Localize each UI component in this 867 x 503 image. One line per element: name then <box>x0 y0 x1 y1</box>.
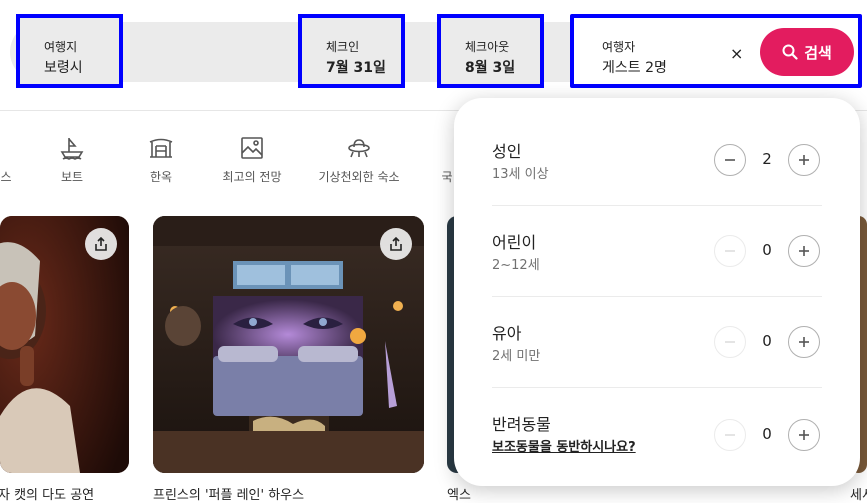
category-label: 국 <box>441 170 453 184</box>
guest-row-title: 유아 <box>492 324 522 343</box>
adults-count: 2 <box>762 150 772 168</box>
checkin-value: 7월 31일 <box>326 60 386 76</box>
category-label: 최고의 전망 <box>222 170 282 184</box>
row-divider <box>492 205 822 206</box>
adults-increment-button[interactable] <box>788 144 820 176</box>
plus-icon <box>799 430 809 440</box>
guest-row-adults: 성인 13세 이상 2 <box>492 138 822 228</box>
children-decrement-button[interactable] <box>714 235 746 267</box>
category-label: 보트 <box>60 170 84 184</box>
guest-row-title: 어린이 <box>492 233 537 252</box>
guest-row-infants: 유아 2세 미만 0 <box>492 320 822 410</box>
clear-guests-button[interactable]: × <box>730 44 743 63</box>
share-icon <box>390 237 402 251</box>
guest-row-title: 성인 <box>492 142 522 161</box>
pets-decrement-button[interactable] <box>714 419 746 451</box>
guests-value: 게스트 2명 <box>602 60 667 76</box>
row-divider <box>492 296 822 297</box>
plus-icon <box>799 246 809 256</box>
checkout-value: 8월 3일 <box>465 60 516 76</box>
pets-increment-button[interactable] <box>788 419 820 451</box>
guest-row-pets: 반려동물 보조동물을 동반하시나요? 0 <box>492 411 822 501</box>
minus-icon <box>725 341 735 343</box>
pets-count: 0 <box>762 425 772 443</box>
guests-label: 여행자 <box>602 40 636 54</box>
guest-row-subtitle: 13세 이상 <box>492 167 549 182</box>
checkout-label: 체크아웃 <box>465 40 510 54</box>
destination-value: 보령시 <box>44 60 83 76</box>
checkin-label: 체크인 <box>326 40 360 54</box>
service-animal-link[interactable]: 보조동물을 동반하시나요? <box>492 436 636 455</box>
listing-card-image[interactable] <box>153 216 424 473</box>
children-count: 0 <box>762 241 772 259</box>
search-button-label: 검색 <box>804 43 832 62</box>
category-label: 기상천외한 숙소 <box>318 170 400 184</box>
partial-icon <box>0 136 18 160</box>
children-increment-button[interactable] <box>788 235 820 267</box>
guests-field[interactable]: 여행자 게스트 2명 × 검색 <box>570 14 862 88</box>
share-icon <box>95 237 107 251</box>
category-boat[interactable]: 보트 <box>54 136 90 185</box>
listing-card-image[interactable] <box>0 216 129 473</box>
minus-icon <box>725 434 735 436</box>
destination-field[interactable]: 여행지 보령시 <box>16 14 123 88</box>
share-button[interactable] <box>380 228 412 260</box>
adults-stepper: 2 <box>714 144 820 176</box>
category-label: 스 <box>0 170 12 184</box>
plus-icon <box>799 155 809 165</box>
checkout-field[interactable]: 체크아웃 8월 3일 <box>437 14 544 88</box>
infants-increment-button[interactable] <box>788 326 820 358</box>
guest-row-children: 어린이 2~12세 0 <box>492 229 822 319</box>
pets-stepper: 0 <box>714 419 820 451</box>
search-icon <box>782 44 798 60</box>
guest-picker-popup: 성인 13세 이상 2 어린이 2~12세 0 유아 2세 미만 0 반려동물 … <box>454 98 860 486</box>
category-hanok[interactable]: 한옥 <box>143 136 179 185</box>
children-stepper: 0 <box>714 235 820 267</box>
guest-row-subtitle: 2세 미만 <box>492 349 541 364</box>
search-button[interactable]: 검색 <box>760 28 854 76</box>
plus-icon <box>799 337 809 347</box>
guest-row-title: 반려동물 <box>492 415 551 434</box>
view-icon <box>241 137 263 159</box>
category-unique[interactable]: 기상천외한 숙소 <box>315 136 403 185</box>
checkin-field[interactable]: 체크인 7월 31일 <box>298 14 405 88</box>
category-best-view[interactable]: 최고의 전망 <box>220 136 284 185</box>
destination-label: 여행지 <box>44 40 78 54</box>
minus-icon <box>725 250 735 252</box>
infants-decrement-button[interactable] <box>714 326 746 358</box>
share-button[interactable] <box>85 228 117 260</box>
infants-count: 0 <box>762 332 772 350</box>
category-label: 한옥 <box>149 170 173 184</box>
minus-icon <box>725 159 735 161</box>
category-partial-left[interactable]: 스 <box>0 136 18 185</box>
ufo-icon <box>348 139 370 158</box>
row-divider <box>492 387 822 388</box>
guest-row-subtitle: 2~12세 <box>492 258 540 273</box>
adults-decrement-button[interactable] <box>714 144 746 176</box>
hanok-icon <box>149 138 173 158</box>
infants-stepper: 0 <box>714 326 820 358</box>
boat-icon <box>60 138 84 160</box>
